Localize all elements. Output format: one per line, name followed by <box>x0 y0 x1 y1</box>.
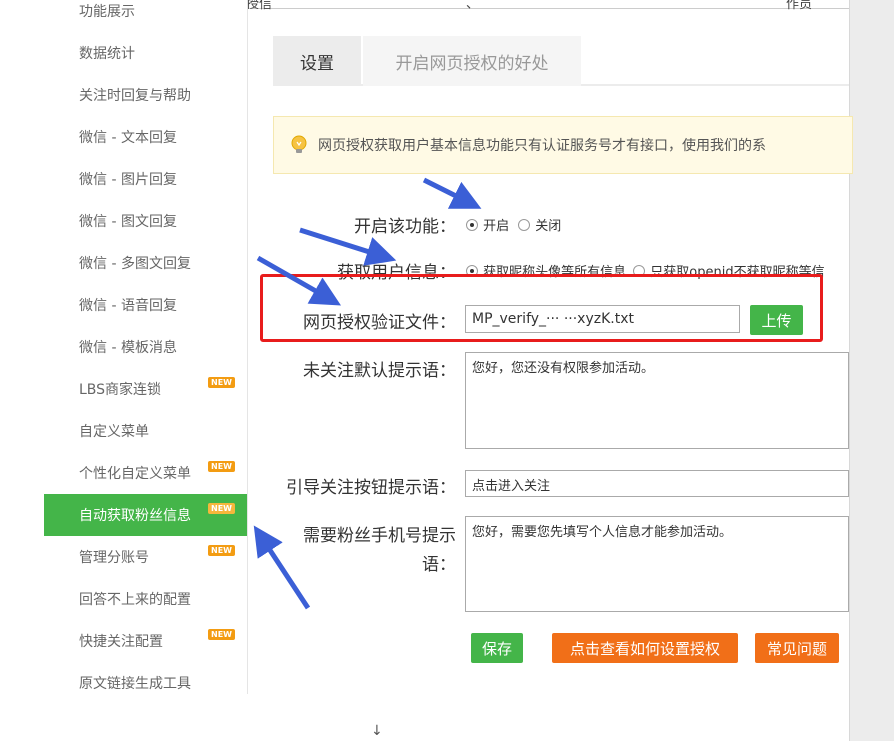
sidebar-item-label: 数据统计 <box>79 46 135 62</box>
down-arrow-icon: ↓ <box>371 723 383 739</box>
sidebar-item[interactable]: 管理分账号 NEW <box>44 536 247 578</box>
sidebar-item-label: LBS商家连锁 <box>79 382 162 398</box>
save-button[interactable]: 保存 <box>471 633 523 663</box>
unfollowed-tip-textarea[interactable]: 您好，您还没有权限参加活动。 <box>465 352 849 449</box>
sidebar-item-label: 微信 - 多图文回复 <box>79 256 191 272</box>
lightbulb-icon <box>291 135 307 153</box>
enable-label: 开启该功能： <box>354 217 456 237</box>
faq-button[interactable]: 常见问题 <box>755 633 839 663</box>
sidebar-item-label: 自定义菜单 <box>79 424 149 440</box>
new-badge: NEW <box>208 503 235 514</box>
enable-radio-group: 开启 关闭 <box>466 214 561 234</box>
sidebar-item-label: 管理分账号 <box>79 550 149 566</box>
sidebar-item-label: 自动获取粉丝信息 <box>79 508 191 524</box>
sidebar-item-label: 微信 - 图文回复 <box>79 214 177 230</box>
sidebar-item-label: 关注时回复与帮助 <box>79 88 191 104</box>
follow-button-tip-label: 引导关注按钮提示语： <box>286 478 456 498</box>
follow-button-tip-input[interactable]: 点击进入关注 <box>465 470 849 497</box>
sidebar-item[interactable]: 数据统计 <box>44 32 247 74</box>
sidebar-item-label: 功能展示 <box>79 4 135 20</box>
sidebar-item-label: 微信 - 图片回复 <box>79 172 177 188</box>
tab-benefits[interactable]: 开启网页授权的好处 <box>363 36 581 86</box>
sidebar-item[interactable]: 自动获取粉丝信息 NEW <box>44 494 247 536</box>
enable-on-label: 开启 <box>483 219 510 234</box>
new-badge: NEW <box>208 629 235 640</box>
notice-banner: 网页授权获取用户基本信息功能只有认证服务号才有接口，使用我们的系 <box>273 116 853 174</box>
phone-tip-textarea[interactable]: 您好，需要您先填写个人信息才能参加活动。 <box>465 516 849 612</box>
sidebar-item-label: 个性化自定义菜单 <box>79 466 191 482</box>
sidebar-item[interactable]: 关注时回复与帮助 <box>44 74 247 116</box>
sidebar-item-label: 回答不上来的配置 <box>79 592 191 608</box>
phone-tip-label-line2: 语： <box>422 555 456 575</box>
sidebar-item[interactable]: 自定义菜单 <box>44 410 247 452</box>
sidebar-item[interactable]: 微信 - 语音回复 <box>44 284 247 326</box>
new-badge: NEW <box>208 461 235 472</box>
sidebar-item[interactable]: 快捷关注配置 NEW <box>44 620 247 662</box>
sidebar-item[interactable]: 回答不上来的配置 <box>44 578 247 620</box>
scroll-gutter <box>849 0 894 741</box>
sidebar-item[interactable]: LBS商家连锁 NEW <box>44 368 247 410</box>
sidebar-item-label: 快捷关注配置 <box>79 634 163 650</box>
how-to-setup-button[interactable]: 点击查看如何设置授权 <box>552 633 738 663</box>
notice-text: 网页授权获取用户基本信息功能只有认证服务号才有接口，使用我们的系 <box>318 138 766 154</box>
sidebar-item-label: 微信 - 模板消息 <box>79 340 177 356</box>
sidebar-item-label: 微信 - 文本回复 <box>79 130 177 146</box>
sidebar-item-label: 原文链接生成工具 <box>79 676 191 692</box>
sidebar-item[interactable]: 微信 - 图文回复 <box>44 200 247 242</box>
tab-bar: 设置 开启网页授权的好处 <box>273 36 849 86</box>
sidebar-item[interactable]: 微信 - 模板消息 <box>44 326 247 368</box>
sidebar-item[interactable]: 原文链接生成工具 <box>44 662 247 694</box>
highlight-box <box>260 274 823 342</box>
new-badge: NEW <box>208 377 235 388</box>
phone-tip-label-line1: 需要粉丝手机号提示 <box>303 526 456 546</box>
sidebar-item[interactable]: 微信 - 多图文回复 <box>44 242 247 284</box>
enable-on-radio[interactable] <box>466 218 478 231</box>
sidebar-item[interactable]: 功能展示 <box>44 0 247 32</box>
sidebar-nav: 功能展示数据统计关注时回复与帮助 微信 - 文本回复 微信 - 图片回复 微信 - 图… <box>44 0 248 694</box>
new-badge: NEW <box>208 545 235 556</box>
sidebar-item-label: 微信 - 语音回复 <box>79 298 177 314</box>
enable-off-label: 关闭 <box>535 219 562 234</box>
sidebar-item[interactable]: 微信 - 图片回复 <box>44 158 247 200</box>
sidebar-item[interactable]: 个性化自定义菜单 NEW <box>44 452 247 494</box>
sidebar-item[interactable]: 微信 - 文本回复 <box>44 116 247 158</box>
enable-off-radio[interactable] <box>518 218 531 231</box>
unfollowed-tip-label: 未关注默认提示语： <box>303 361 456 381</box>
tab-settings[interactable]: 设置 <box>273 36 361 86</box>
